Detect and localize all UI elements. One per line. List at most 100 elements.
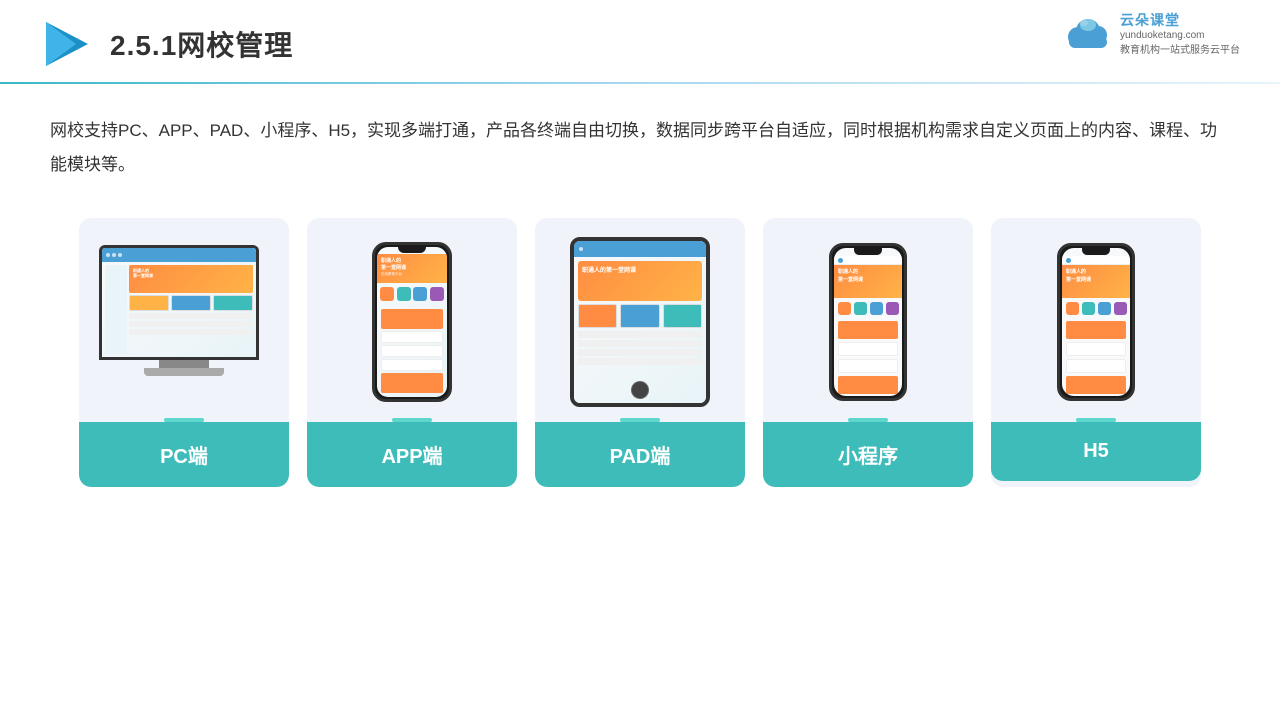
description-paragraph: 网校支持PC、APP、PAD、小程序、H5，实现多端打通，产品各终端自由切换，数… <box>50 114 1230 182</box>
brand-text: 云朵课堂 yunduoketang.com 教育机构一站式服务云平台 <box>1120 10 1240 56</box>
phone-block-2 <box>381 345 443 357</box>
mini-icon-7 <box>1098 302 1111 315</box>
pad-banner: 职通人的第一堂网课 <box>578 261 702 301</box>
mini-icon-5 <box>1066 302 1079 315</box>
mini-phone-icons-2 <box>1062 298 1130 319</box>
pc-row-3 <box>129 329 253 335</box>
mini-phone-banner-title-1: 职通人的第一堂网课 <box>838 269 898 284</box>
card-h5-label-wrap: H5 <box>991 418 1201 481</box>
mini-phone-dot-1 <box>838 258 843 263</box>
pc-sidebar <box>105 265 127 354</box>
pc-nav <box>102 248 256 262</box>
card-h5: 职通人的第一堂网课 <box>991 218 1201 487</box>
phone-mockup: 职通人的第一堂网课 在线教育平台 <box>372 242 452 402</box>
card-pad-label: PAD端 <box>535 422 745 487</box>
mini-card-block-3 <box>1066 342 1126 356</box>
card-pc-label-wrap: PC端 <box>79 418 289 487</box>
pad-body: 职通人的第一堂网课 <box>574 257 706 377</box>
phone-icons-row <box>377 283 447 305</box>
mini-phone-icons-1 <box>834 298 902 319</box>
pc-banner-text: 职通人的第一堂网课 <box>133 268 153 279</box>
card-miniapp-label-wrap: 小程序 <box>763 418 973 487</box>
pad-banner-title: 职通人的第一堂网课 <box>582 265 698 274</box>
phone-banner-title: 职通人的第一堂网课 <box>381 258 443 272</box>
brand-logo: 云朵课堂 yunduoketang.com 教育机构一站式服务云平台 <box>1064 10 1240 56</box>
mini-icon-2 <box>854 302 867 315</box>
mini-phone-notch-2 <box>1082 248 1110 255</box>
pc-nav-dot-1 <box>106 253 110 257</box>
phone-block-3 <box>381 359 443 371</box>
phone-block-orange-2 <box>381 373 443 393</box>
pc-row-2 <box>129 321 253 327</box>
pc-mini-card-2 <box>171 295 211 311</box>
pad-row-2 <box>578 340 702 347</box>
card-app: 职通人的第一堂网课 在线教育平台 <box>307 218 517 487</box>
card-pc: 职通人的第一堂网课 <box>79 218 289 487</box>
phone-block-orange <box>381 309 443 329</box>
pc-rows <box>129 313 253 354</box>
card-h5-image: 职通人的第一堂网课 <box>991 218 1201 418</box>
phone-content-row <box>377 305 447 397</box>
pad-home-btn <box>631 381 649 399</box>
mini-phone-screen-2: 职通人的第一堂网课 <box>1062 248 1130 396</box>
card-app-label-wrap: APP端 <box>307 418 517 487</box>
pc-stand-top <box>159 360 209 368</box>
pad-row-3 <box>578 349 702 356</box>
pad-screen: 职通人的第一堂网课 <box>574 241 706 403</box>
mini-phone-mockup-2: 职通人的第一堂网课 <box>1057 243 1135 401</box>
pad-card-3 <box>663 304 702 328</box>
card-pad: 职通人的第一堂网课 <box>535 218 745 487</box>
mini-icon-3 <box>870 302 883 315</box>
card-app-label: APP端 <box>307 422 517 487</box>
mini-phone-cards-1 <box>834 319 902 396</box>
pad-nav <box>574 241 706 257</box>
page-title: 2.5.1网校管理 <box>110 24 293 64</box>
mini-phone-cards-2 <box>1062 319 1130 396</box>
phone-frame: 职通人的第一堂网课 在线教育平台 <box>372 242 452 402</box>
pc-mockup: 职通人的第一堂网课 <box>99 245 269 400</box>
mini-phone-notch-1 <box>854 248 882 255</box>
brand-cloud-icon <box>1064 15 1112 51</box>
platform-cards: 职通人的第一堂网课 <box>0 182 1280 487</box>
card-app-image: 职通人的第一堂网课 在线教育平台 <box>307 218 517 418</box>
phone-banner: 职通人的第一堂网课 在线教育平台 <box>377 254 447 283</box>
mini-icon-8 <box>1114 302 1127 315</box>
mini-card-orange-3 <box>1066 321 1126 339</box>
phone-block-1 <box>381 331 443 343</box>
pc-screen-content: 职通人的第一堂网课 <box>102 248 256 357</box>
pc-mini-card-1 <box>129 295 169 311</box>
card-pad-image: 职通人的第一堂网课 <box>535 218 745 418</box>
mini-icon-6 <box>1082 302 1095 315</box>
pad-rows <box>578 331 702 365</box>
pad-card-1 <box>578 304 617 328</box>
phone-screen: 职通人的第一堂网课 在线教育平台 <box>377 247 447 397</box>
phone-icon-1 <box>380 287 394 301</box>
pad-nav-dot <box>579 247 583 251</box>
pc-nav-dot-2 <box>112 253 116 257</box>
card-h5-label: H5 <box>991 422 1201 481</box>
card-miniapp: 职通人的第一堂网课 <box>763 218 973 487</box>
phone-icon-3 <box>413 287 427 301</box>
mini-phone-frame-2: 职通人的第一堂网课 <box>1057 243 1135 401</box>
pad-card-2 <box>620 304 659 328</box>
pc-stand-bottom <box>144 368 224 376</box>
pc-mini-card-3 <box>213 295 253 311</box>
phone-banner-sub: 在线教育平台 <box>381 272 443 277</box>
mini-phone-dot-2 <box>1066 258 1071 263</box>
header: 2.5.1网校管理 云朵课堂 yunduoketang.com 教育机构一站式服… <box>0 0 1280 70</box>
mini-phone-mockup-1: 职通人的第一堂网课 <box>829 243 907 401</box>
mini-card-block-2 <box>838 359 898 373</box>
logo-arrow-icon <box>40 18 92 70</box>
mini-phone-banner-1: 职通人的第一堂网课 <box>834 265 902 298</box>
card-pad-label-wrap: PAD端 <box>535 418 745 487</box>
pad-row-1 <box>578 331 702 338</box>
mini-card-block-1 <box>838 342 898 356</box>
mini-phone-top-2 <box>1062 256 1130 265</box>
description-text: 网校支持PC、APP、PAD、小程序、H5，实现多端打通，产品各终端自由切换，数… <box>0 84 1280 182</box>
pc-banner: 职通人的第一堂网课 <box>129 265 253 293</box>
pc-screen-frame: 职通人的第一堂网课 <box>99 245 259 360</box>
mini-icon-1 <box>838 302 851 315</box>
brand-tagline: 教育机构一站式服务云平台 <box>1120 41 1240 56</box>
phone-notch <box>398 245 426 253</box>
pad-frame: 职通人的第一堂网课 <box>570 237 710 407</box>
